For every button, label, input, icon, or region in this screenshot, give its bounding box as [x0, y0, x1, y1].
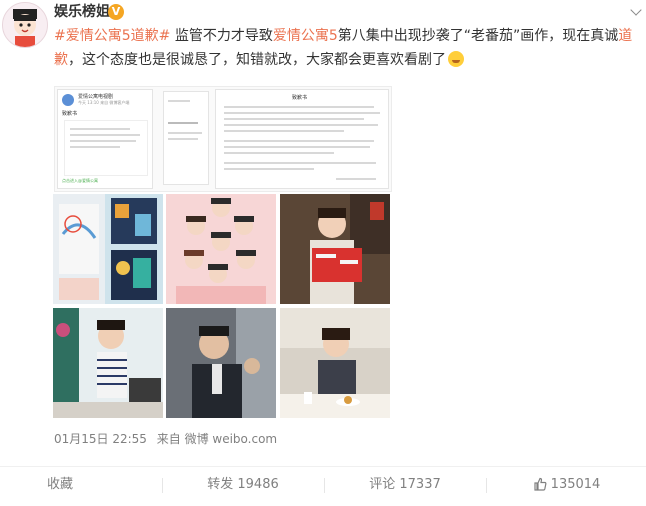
weibo-screenshot: 爱情公寓电视剧 今天 13:10 来自 微博客户端 致歉书 点击进入@爱情公寓 [57, 89, 153, 189]
comment-button[interactable]: 评论 17337 [325, 467, 485, 503]
thumbs-up-icon [533, 470, 547, 506]
inline-link[interactable]: 爱情公寓5 [273, 28, 338, 44]
woman-reading-illustration [280, 194, 390, 304]
man-thinking-illustration [166, 308, 276, 418]
post-text-segment: 第八集中出现抄袭了“老番茄”画作，现在真诚 [337, 28, 619, 44]
link-text: 点击进入@爱情公寓 [62, 178, 98, 183]
post-meta: 01月15日 22:55 来自 微博 weibo.com [54, 431, 277, 447]
avatar-illustration [3, 3, 47, 47]
middle-page [163, 91, 209, 185]
post-image-woman-dining[interactable] [280, 308, 390, 418]
post-text: #爱情公寓5道歉# 监管不力才导致爱情公寓5第八集中出现抄袭了“老番茄”画作，现… [54, 24, 634, 72]
repost-button[interactable]: 转发 19486 [163, 467, 323, 503]
woman-laptop-illustration [53, 308, 163, 418]
post-source[interactable]: 来自 微博 weibo.com [157, 432, 277, 446]
chevron-down-icon[interactable] [630, 4, 642, 16]
post-image-cast-poster[interactable] [166, 194, 276, 304]
woman-dining-illustration [280, 308, 390, 418]
post-text-segment: 监管不力才导致 [170, 28, 273, 44]
cast-poster-illustration [166, 194, 276, 304]
time-line: 今天 13:10 来自 微博客户端 [78, 100, 130, 105]
notice-title: 致歉书 [62, 111, 78, 117]
smile-emoji-icon [448, 51, 464, 67]
account-avatar-icon [62, 94, 74, 106]
repost-label: 转发 19486 [207, 477, 279, 492]
painting-comparison-illustration [53, 194, 163, 304]
verified-badge-icon: V [108, 4, 124, 20]
apology-letter: 致歉书 [215, 89, 389, 189]
account-name: 爱情公寓电视剧 [78, 94, 114, 100]
username[interactable]: 娱乐榜姐 [54, 2, 110, 22]
post-image-apology-document[interactable]: 爱情公寓电视剧 今天 13:10 来自 微博客户端 致歉书 点击进入@爱情公寓 … [54, 86, 392, 192]
avatar[interactable] [2, 2, 48, 48]
post-image-woman-reading[interactable] [280, 194, 390, 304]
post-text-segment: ，这个态度也是很诚恳了，知错就改，大家都会更喜欢看剧了 [68, 52, 446, 68]
favorite-button[interactable]: 收藏 [0, 467, 120, 503]
like-count: 135014 [550, 477, 601, 492]
favorite-label: 收藏 [46, 477, 73, 492]
apology-letter-title: 致歉书 [292, 95, 308, 101]
post-image-painting-comparison[interactable] [53, 194, 163, 304]
like-button[interactable]: 135014 [487, 467, 646, 503]
hashtag-link[interactable]: #爱情公寓5道歉# [54, 28, 170, 44]
post-image-man-thinking[interactable] [166, 308, 276, 418]
post-image-woman-laptop[interactable] [53, 308, 163, 418]
post-date[interactable]: 01月15日 22:55 [54, 432, 147, 446]
comment-label: 评论 17337 [369, 477, 441, 492]
action-bar: 收藏 转发 19486 评论 17337 135014 [0, 466, 646, 503]
